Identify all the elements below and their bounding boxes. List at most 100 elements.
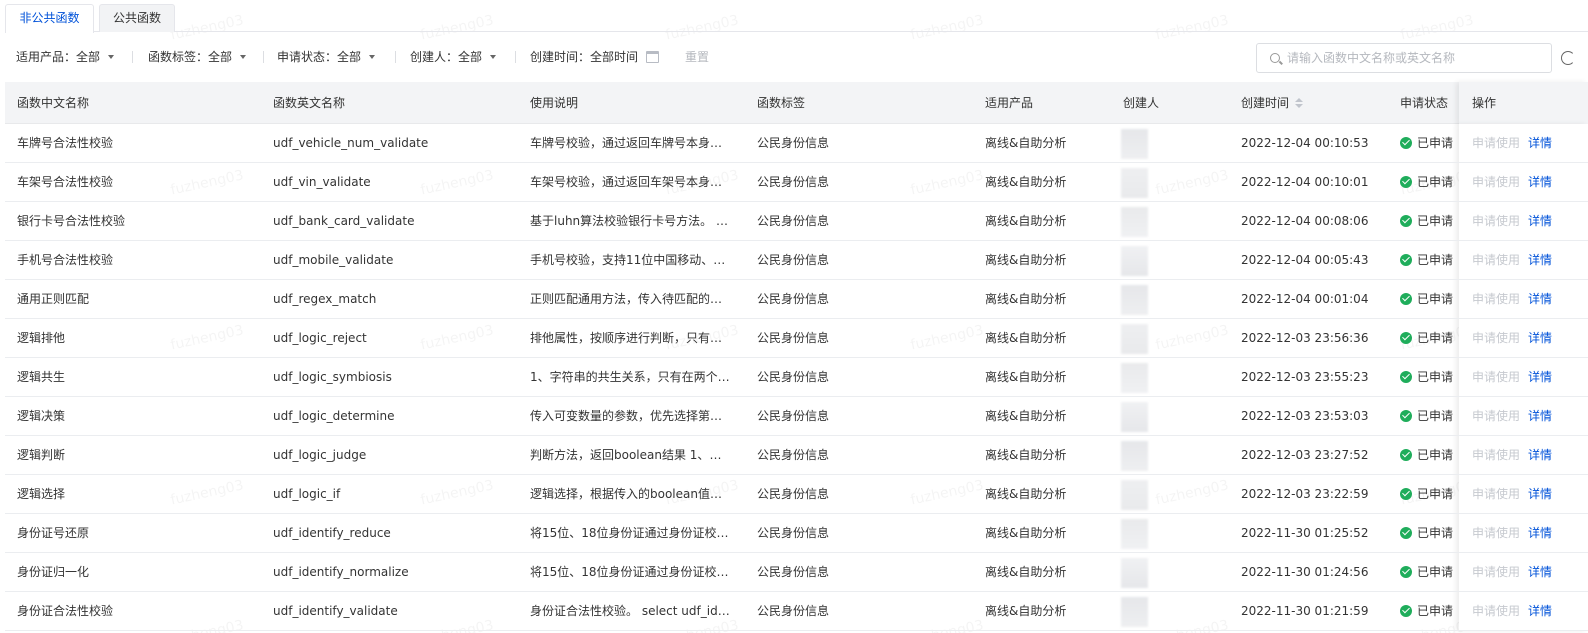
creator-avatar <box>1121 129 1148 159</box>
tab-public-functions[interactable]: 公共函数 <box>99 4 175 32</box>
function-en-name: udf_regex_match <box>273 292 377 306</box>
function-product: 离线&自助分析 <box>985 487 1067 501</box>
status-badge: 已申请 <box>1417 448 1454 462</box>
apply-use-button[interactable]: 申请使用 <box>1472 175 1520 189</box>
operations-cell: 申请使用 详情 <box>1472 202 1588 240</box>
apply-use-button[interactable]: 申请使用 <box>1472 253 1520 267</box>
product-filter-label: 适用产品： <box>16 50 77 64</box>
operations-cell: 申请使用 详情 <box>1472 358 1588 396</box>
function-product: 离线&自助分析 <box>985 214 1067 228</box>
product-filter[interactable]: 适用产品：全部 <box>16 49 115 65</box>
function-en-name: udf_vehicle_num_validate <box>273 136 429 150</box>
function-cn-name: 车牌号合法性校验 <box>17 136 114 150</box>
table-row: 车架号合法性校验 udf_vin_validate 车架号校验，通过返回车架号本身，… <box>5 163 1588 202</box>
detail-link[interactable]: 详情 <box>1528 604 1552 618</box>
check-circle-icon <box>1400 214 1412 227</box>
detail-link[interactable]: 详情 <box>1528 370 1552 384</box>
status-badge: 已申请 <box>1417 175 1454 189</box>
function-tag: 公民身份信息 <box>757 409 830 423</box>
detail-link[interactable]: 详情 <box>1528 175 1552 189</box>
function-description: 基于luhn算法校验银行卡号方法。 s… <box>530 214 732 228</box>
tag-filter[interactable]: 函数标签：全部 <box>148 49 247 65</box>
detail-link[interactable]: 详情 <box>1528 565 1552 579</box>
detail-link[interactable]: 详情 <box>1528 487 1552 501</box>
created-time: 2022-12-03 23:27:52 <box>1241 448 1369 462</box>
apply-use-button[interactable]: 申请使用 <box>1472 214 1520 228</box>
column-header-creator: 创建人 <box>1123 96 1160 110</box>
check-circle-icon <box>1400 409 1412 422</box>
status-badge: 已申请 <box>1417 487 1454 501</box>
creator-avatar <box>1121 168 1148 198</box>
table-row: 银行卡号合法性校验 udf_bank_card_validate 基于luhn算法校… <box>5 202 1588 241</box>
function-product: 离线&自助分析 <box>985 331 1067 345</box>
creator-avatar <box>1121 285 1148 315</box>
apply-use-button[interactable]: 申请使用 <box>1472 604 1520 618</box>
apply-use-button[interactable]: 申请使用 <box>1472 448 1520 462</box>
sort-icon[interactable] <box>1295 97 1304 108</box>
tab-non-public-functions[interactable]: 非公共函数 <box>5 4 94 33</box>
column-header-created-time[interactable]: 创建时间 <box>1241 82 1386 124</box>
function-tag: 公民身份信息 <box>757 214 830 228</box>
calendar-icon[interactable] <box>646 50 660 63</box>
column-header-cn-name: 函数中文名称 <box>17 96 90 110</box>
function-en-name: udf_bank_card_validate <box>273 214 415 228</box>
tab-bar: 非公共函数 公共函数 <box>5 4 1588 33</box>
apply-use-button[interactable]: 申请使用 <box>1472 409 1520 423</box>
status-badge: 已申请 <box>1417 526 1454 540</box>
apply-use-button[interactable]: 申请使用 <box>1472 292 1520 306</box>
detail-link[interactable]: 详情 <box>1528 253 1552 267</box>
apply-use-button[interactable]: 申请使用 <box>1472 370 1520 384</box>
status-filter[interactable]: 申请状态：全部 <box>277 49 376 65</box>
function-cn-name: 身份证合法性校验 <box>17 604 114 618</box>
column-header-tag: 函数标签 <box>757 96 806 110</box>
detail-link[interactable]: 详情 <box>1528 136 1552 150</box>
apply-use-button[interactable]: 申请使用 <box>1472 565 1520 579</box>
search-input[interactable] <box>1287 44 1547 72</box>
creator-avatar <box>1121 363 1148 393</box>
created-time: 2022-12-04 00:10:01 <box>1241 175 1369 189</box>
status-filter-value: 全部 <box>337 50 362 64</box>
function-en-name: udf_logic_reject <box>273 331 367 345</box>
operations-cell: 申请使用 详情 <box>1472 514 1588 552</box>
operations-cell: 申请使用 详情 <box>1472 124 1588 162</box>
status-cell: 已申请 <box>1400 241 1460 279</box>
creator-avatar <box>1121 324 1148 354</box>
table-row: 通用正则匹配 udf_regex_match 正则匹配通用方法，传入待匹配的字… 公民… <box>5 280 1588 319</box>
function-description: 正则匹配通用方法，传入待匹配的字… <box>530 292 732 306</box>
status-badge: 已申请 <box>1417 214 1454 228</box>
function-description: 将15位、18位身份证通过身份证校验… <box>530 565 732 579</box>
column-header-status: 申请状态 <box>1400 96 1449 110</box>
detail-link[interactable]: 详情 <box>1528 448 1552 462</box>
reset-button[interactable]: 重置 <box>685 49 709 65</box>
detail-link[interactable]: 详情 <box>1528 214 1552 228</box>
detail-link[interactable]: 详情 <box>1528 331 1552 345</box>
function-en-name: udf_logic_judge <box>273 448 367 462</box>
apply-use-button[interactable]: 申请使用 <box>1472 136 1520 150</box>
detail-link[interactable]: 详情 <box>1528 526 1552 540</box>
status-cell: 已申请 <box>1400 397 1460 435</box>
function-en-name: udf_identify_normalize <box>273 565 409 579</box>
apply-use-button[interactable]: 申请使用 <box>1472 487 1520 501</box>
apply-use-button[interactable]: 申请使用 <box>1472 331 1520 345</box>
status-cell: 已申请 <box>1400 202 1460 240</box>
function-description: 身份证合法性校验。 select udf_ide… <box>530 604 732 618</box>
created-time-filter-value: 全部时间 <box>590 50 639 64</box>
detail-link[interactable]: 详情 <box>1528 292 1552 306</box>
creator-filter-label: 创建人： <box>410 50 459 64</box>
check-circle-icon <box>1400 565 1412 578</box>
function-tag: 公民身份信息 <box>757 292 830 306</box>
apply-use-button[interactable]: 申请使用 <box>1472 526 1520 540</box>
check-circle-icon <box>1400 604 1412 617</box>
function-tag: 公民身份信息 <box>757 175 830 189</box>
created-time: 2022-12-03 23:22:59 <box>1241 487 1369 501</box>
function-cn-name: 逻辑选择 <box>17 487 66 501</box>
search-icon <box>1270 53 1280 63</box>
detail-link[interactable]: 详情 <box>1528 409 1552 423</box>
created-time-filter[interactable]: 创建时间：全部时间 <box>530 49 660 65</box>
operations-cell: 申请使用 详情 <box>1472 319 1588 357</box>
chevron-down-icon <box>108 54 115 59</box>
refresh-icon[interactable] <box>1561 51 1575 65</box>
creator-filter[interactable]: 创建人：全部 <box>410 49 497 65</box>
table-row: 逻辑判断 udf_logic_judge 判断方法，返回boolean结果 1、对…… <box>5 436 1588 475</box>
check-circle-icon <box>1400 136 1412 149</box>
